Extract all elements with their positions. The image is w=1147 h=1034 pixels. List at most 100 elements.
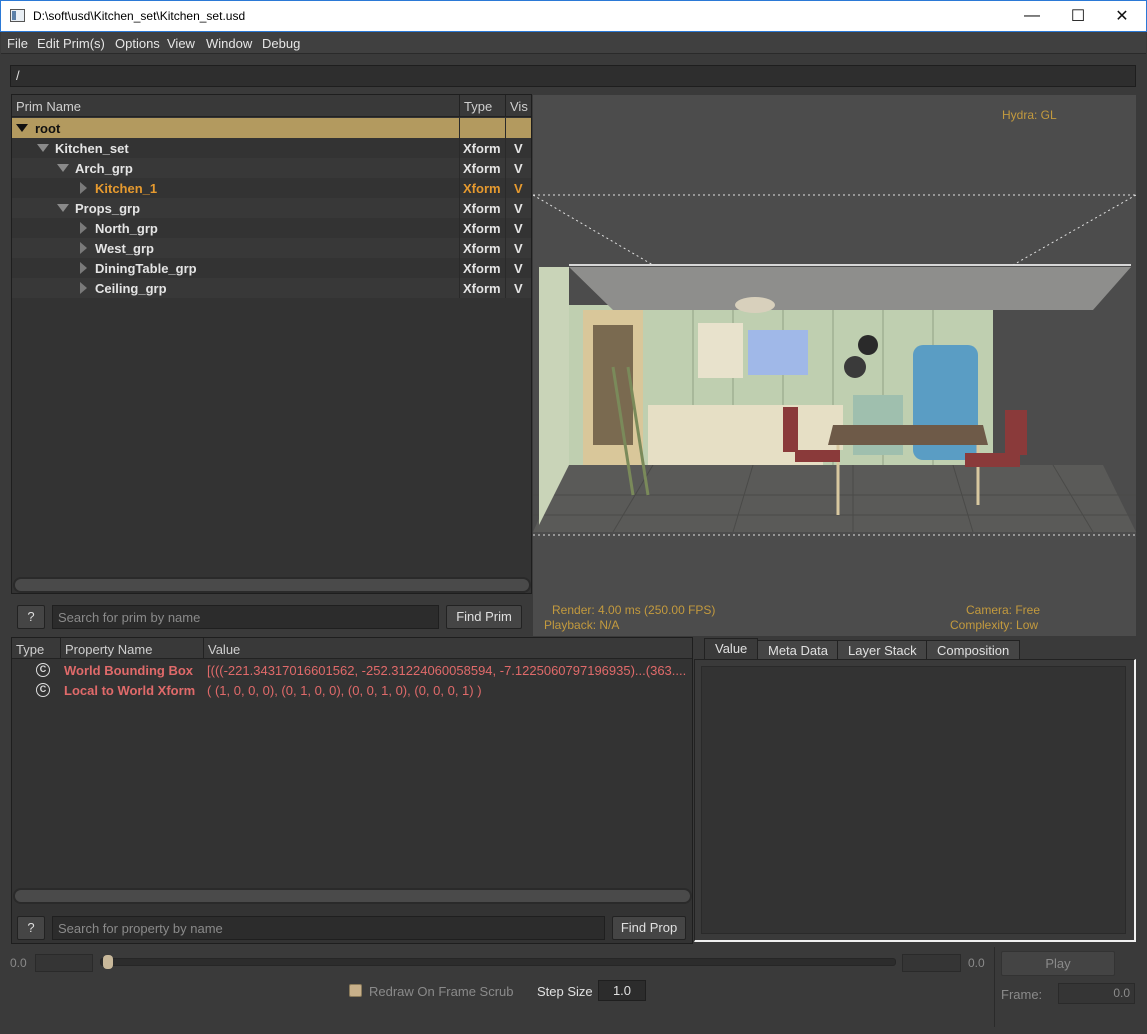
prim-path-field[interactable]: / <box>10 65 1136 87</box>
property-value: [(((-221.34317016601562, -252.3122406005… <box>207 663 687 678</box>
prim-type: Xform <box>463 221 501 236</box>
property-help-button[interactable]: ? <box>17 916 45 940</box>
frame-slider-track[interactable] <box>100 958 896 966</box>
prim-vis-toggle[interactable]: V <box>514 181 523 196</box>
tab-content <box>694 659 1136 942</box>
tree-row-north-grp[interactable]: North_grp Xform V <box>12 218 531 238</box>
prim-name: North_grp <box>95 221 158 236</box>
tree-row-kitchen-1[interactable]: Kitchen_1 Xform V <box>12 178 531 198</box>
header-prop-name[interactable]: Property Name <box>61 638 204 659</box>
prim-type: Xform <box>463 181 501 196</box>
close-button[interactable]: ✕ <box>1099 1 1145 31</box>
expand-arrow-icon[interactable] <box>57 204 69 212</box>
prim-search-input[interactable]: Search for prim by name <box>52 605 439 629</box>
computed-icon: C <box>36 663 50 677</box>
collapse-arrow-icon[interactable] <box>80 242 87 254</box>
header-vis[interactable]: Vis <box>506 95 531 117</box>
playback-stats: Playback: N/A <box>544 618 620 632</box>
renderer-label: Hydra: GL <box>1002 108 1057 122</box>
tree-row-diningtable-grp[interactable]: DiningTable_grp Xform V <box>12 258 531 278</box>
prim-tree-hscrollbar[interactable] <box>13 577 531 593</box>
prim-tree-panel: Prim Name Type Vis root Kitchen_set Xfor… <box>11 94 532 594</box>
property-name: Local to World Xform <box>64 683 196 698</box>
header-prop-type[interactable]: Type <box>12 638 61 659</box>
property-search-input[interactable]: Search for property by name <box>52 916 605 940</box>
menu-view[interactable]: View <box>167 36 195 51</box>
header-prop-value[interactable]: Value <box>204 638 692 659</box>
tree-row-arch-grp[interactable]: Arch_grp Xform V <box>12 158 531 178</box>
header-type[interactable]: Type <box>460 95 506 117</box>
prim-type: Xform <box>463 261 501 276</box>
header-prim-name[interactable]: Prim Name <box>12 95 460 117</box>
collapse-arrow-icon[interactable] <box>80 282 87 294</box>
expand-arrow-icon[interactable] <box>37 144 49 152</box>
property-name: World Bounding Box <box>64 663 194 678</box>
prim-name: root <box>35 121 61 136</box>
menu-debug[interactable]: Debug <box>262 36 300 51</box>
menu-window[interactable]: Window <box>206 36 252 51</box>
range-end-field[interactable] <box>902 954 961 972</box>
tree-row-kitchen-set[interactable]: Kitchen_set Xform V <box>12 138 531 158</box>
computed-icon: C <box>36 683 50 697</box>
prim-type: Xform <box>463 241 501 256</box>
timeline-start-label: 0.0 <box>10 956 27 970</box>
property-row[interactable]: C Local to World Xform ( (1, 0, 0, 0), (… <box>12 680 692 700</box>
menu-bar: File Edit Prim(s) Options View Window De… <box>1 32 1146 54</box>
prim-type: Xform <box>463 141 501 156</box>
prim-vis-toggle[interactable]: V <box>514 261 523 276</box>
expand-arrow-icon[interactable] <box>16 124 28 132</box>
prim-name: Kitchen_1 <box>95 181 158 196</box>
range-begin-field[interactable] <box>35 954 93 972</box>
redraw-checkbox[interactable] <box>349 984 362 997</box>
tree-row-west-grp[interactable]: West_grp Xform V <box>12 238 531 258</box>
complexity-label: Complexity: Low <box>950 618 1039 632</box>
property-row[interactable]: C World Bounding Box [(((-221.3431701660… <box>12 660 692 680</box>
prim-type: Xform <box>463 201 501 216</box>
play-button[interactable]: Play <box>1001 951 1115 976</box>
tab-meta-data[interactable]: Meta Data <box>757 640 839 660</box>
prim-name: Props_grp <box>75 201 141 216</box>
prim-vis-toggle[interactable]: V <box>514 161 523 176</box>
value-view[interactable] <box>701 666 1126 934</box>
menu-edit-prims[interactable]: Edit Prim(s) <box>37 36 105 51</box>
prim-vis-toggle[interactable]: V <box>514 221 523 236</box>
property-panel: Type Property Name Value C World Boundin… <box>11 637 693 944</box>
collapse-arrow-icon[interactable] <box>80 262 87 274</box>
tab-composition[interactable]: Composition <box>926 640 1021 660</box>
prim-type: Xform <box>463 281 501 296</box>
prim-vis-toggle[interactable]: V <box>514 241 523 256</box>
tree-row-ceiling-grp[interactable]: Ceiling_grp Xform V <box>12 278 531 298</box>
kitchen-scene-render <box>533 194 1136 536</box>
prim-vis-toggle[interactable]: V <box>514 141 523 156</box>
redraw-label: Redraw On Frame Scrub <box>369 984 514 999</box>
collapse-arrow-icon[interactable] <box>80 182 87 194</box>
tab-value[interactable]: Value <box>704 638 759 660</box>
attribute-inspector: Value Meta Data Layer Stack Composition <box>694 637 1136 942</box>
prim-vis-toggle[interactable]: V <box>514 281 523 296</box>
timeline-end-label: 0.0 <box>968 956 985 970</box>
minimize-button[interactable]: — <box>1009 1 1055 31</box>
find-prim-button[interactable]: Find Prim <box>446 605 522 629</box>
property-hscrollbar[interactable] <box>13 888 692 904</box>
frame-input[interactable]: 0.0 <box>1058 983 1135 1004</box>
expand-arrow-icon[interactable] <box>57 164 69 172</box>
tab-layer-stack[interactable]: Layer Stack <box>837 640 928 660</box>
prim-help-button[interactable]: ? <box>17 605 45 629</box>
prim-name: Kitchen_set <box>55 141 129 156</box>
viewport-3d[interactable]: Hydra: GL Render: 4.00 ms (250.00 FPS) P… <box>533 95 1136 636</box>
maximize-button[interactable]: ☐ <box>1055 1 1101 31</box>
menu-options[interactable]: Options <box>115 36 160 51</box>
tree-row-props-grp[interactable]: Props_grp Xform V <box>12 198 531 218</box>
step-size-input[interactable]: 1.0 <box>598 980 646 1001</box>
collapse-arrow-icon[interactable] <box>80 222 87 234</box>
prim-name: Arch_grp <box>75 161 133 176</box>
frame-label: Frame: <box>1001 987 1043 1002</box>
menu-file[interactable]: File <box>7 36 28 51</box>
frame-slider-handle[interactable] <box>103 955 113 969</box>
find-prop-button[interactable]: Find Prop <box>612 916 686 940</box>
property-value: ( (1, 0, 0, 0), (0, 1, 0, 0), (0, 0, 1, … <box>207 683 482 698</box>
tree-row-root[interactable]: root <box>12 118 531 138</box>
app-icon <box>10 9 25 22</box>
render-stats: Render: 4.00 ms (250.00 FPS) <box>552 603 716 617</box>
prim-vis-toggle[interactable]: V <box>514 201 523 216</box>
